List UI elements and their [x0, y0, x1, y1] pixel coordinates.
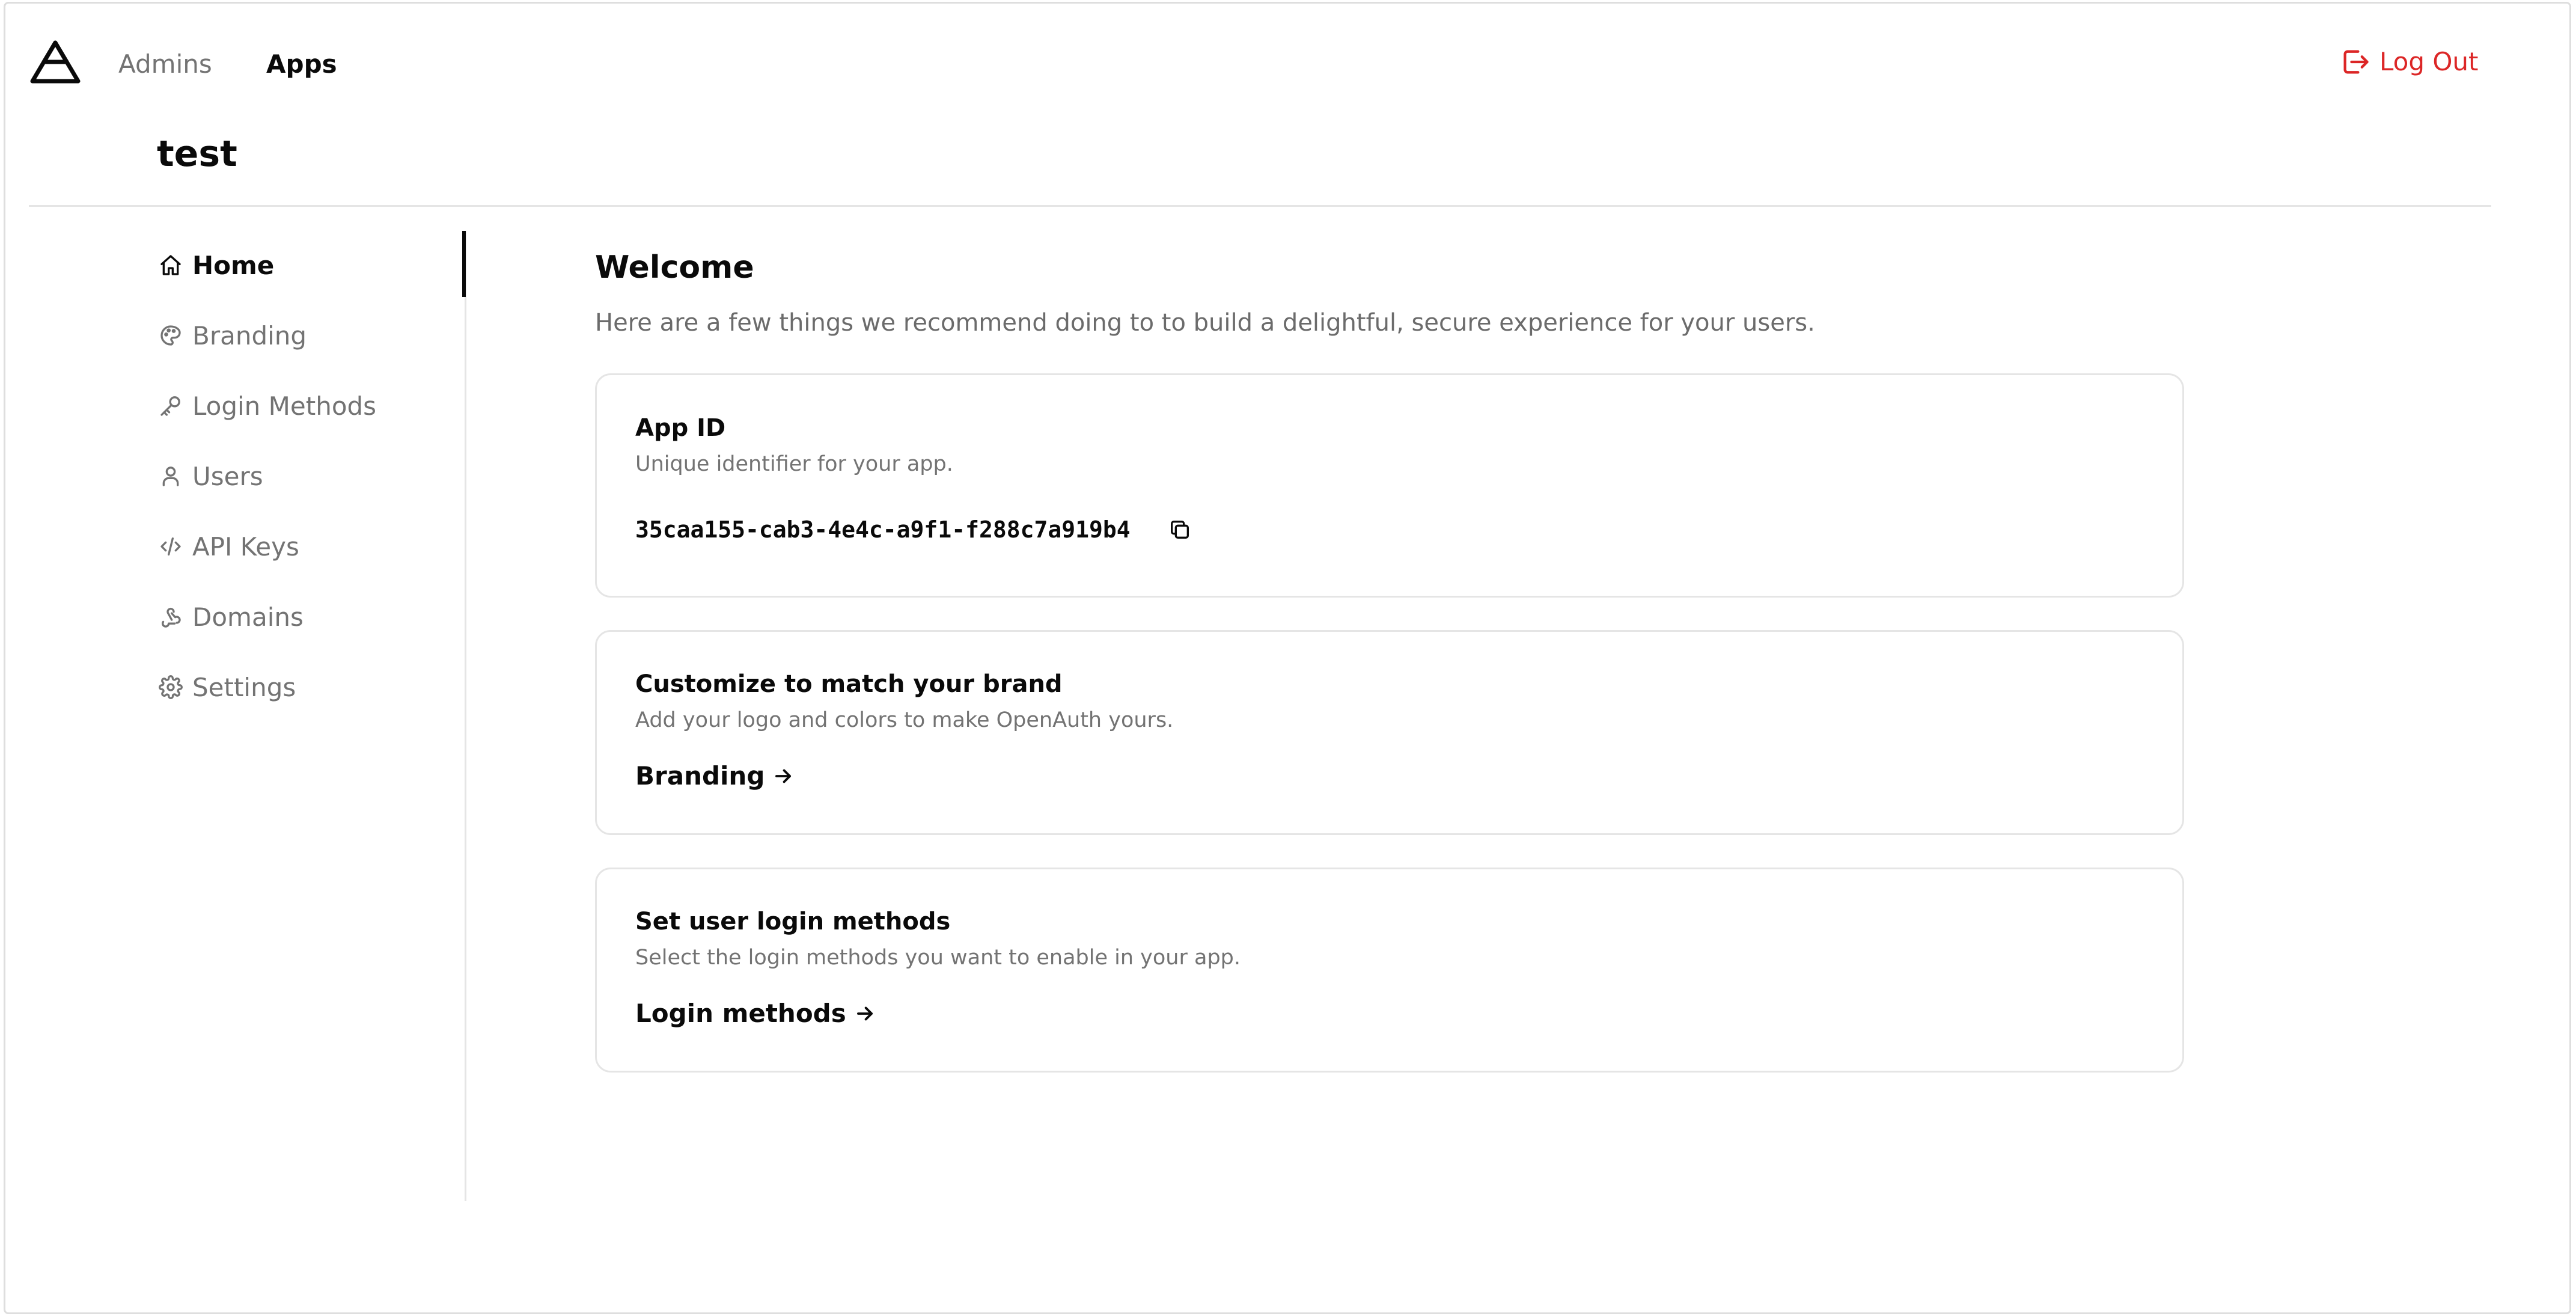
card-title: Set user login methods	[635, 908, 951, 935]
sidebar-item-label: Users	[192, 461, 263, 491]
copy-icon	[1170, 521, 1189, 539]
card-title: App ID	[635, 414, 726, 442]
code-icon	[160, 537, 181, 555]
nav-apps-link[interactable]: Apps	[266, 48, 337, 81]
login-methods-link[interactable]: Login methods	[635, 997, 876, 1030]
home-icon	[160, 255, 181, 275]
openauth-logo-icon[interactable]	[29, 39, 82, 86]
branding-link-label: Branding	[635, 761, 765, 791]
card-description: Unique identifier for your app.	[635, 452, 953, 476]
logout-button[interactable]: Log Out	[2340, 46, 2479, 78]
sidebar-item-home[interactable]: Home	[159, 247, 274, 283]
nav-admins-link[interactable]: Admins	[118, 48, 212, 81]
copy-app-id-button[interactable]	[1167, 516, 1193, 543]
app-id-card: App ID Unique identifier for your app. 3…	[595, 373, 2184, 598]
sidebar-item-label: Branding	[192, 320, 307, 350]
header-divider	[29, 205, 2491, 207]
card-description: Select the login methods you want to ena…	[635, 946, 1241, 970]
palette-icon	[160, 325, 181, 346]
arrow-right-icon	[775, 769, 792, 783]
sidebar-item-users[interactable]: Users	[159, 458, 263, 494]
sidebar-divider	[465, 231, 466, 1201]
gear-icon	[159, 675, 183, 699]
sidebar-item-api-keys[interactable]: API Keys	[159, 528, 299, 565]
card-title: Customize to match your brand	[635, 670, 1063, 698]
page-subtitle: Here are a few things we recommend doing…	[595, 309, 1815, 337]
sidebar-item-label: Settings	[192, 672, 296, 702]
logout-label: Log Out	[2379, 47, 2479, 76]
app-id-row: 35caa155-cab3-4e4c-a9f1-f288c7a919b4	[635, 515, 1193, 545]
app-id-value: 35caa155-cab3-4e4c-a9f1-f288c7a919b4	[635, 516, 1131, 543]
login-methods-card: Set user login methods Select the login …	[595, 868, 2184, 1073]
sidebar-item-settings[interactable]: Settings	[159, 669, 296, 705]
key-icon	[160, 396, 180, 416]
logout-icon	[2343, 50, 2369, 74]
user-icon	[162, 467, 179, 486]
branding-link[interactable]: Branding	[635, 760, 795, 792]
login-methods-link-label: Login methods	[635, 999, 846, 1028]
app-name-title: test	[157, 133, 237, 175]
branding-card: Customize to match your brand Add your l…	[595, 630, 2184, 835]
webhook-icon	[162, 608, 181, 628]
sidebar-item-domains[interactable]: Domains	[159, 599, 304, 635]
sidebar-item-branding[interactable]: Branding	[159, 317, 307, 353]
card-description: Add your logo and colors to make OpenAut…	[635, 708, 1174, 732]
sidebar-item-label: Domains	[192, 602, 304, 632]
sidebar-item-login-methods[interactable]: Login Methods	[159, 388, 376, 424]
sidebar-item-label: API Keys	[192, 531, 299, 562]
sidebar-item-label: Login Methods	[192, 391, 377, 421]
page-title: Welcome	[595, 249, 754, 286]
sidebar-active-indicator	[462, 231, 466, 297]
sidebar-item-label: Home	[192, 250, 275, 280]
arrow-right-icon	[856, 1006, 873, 1021]
